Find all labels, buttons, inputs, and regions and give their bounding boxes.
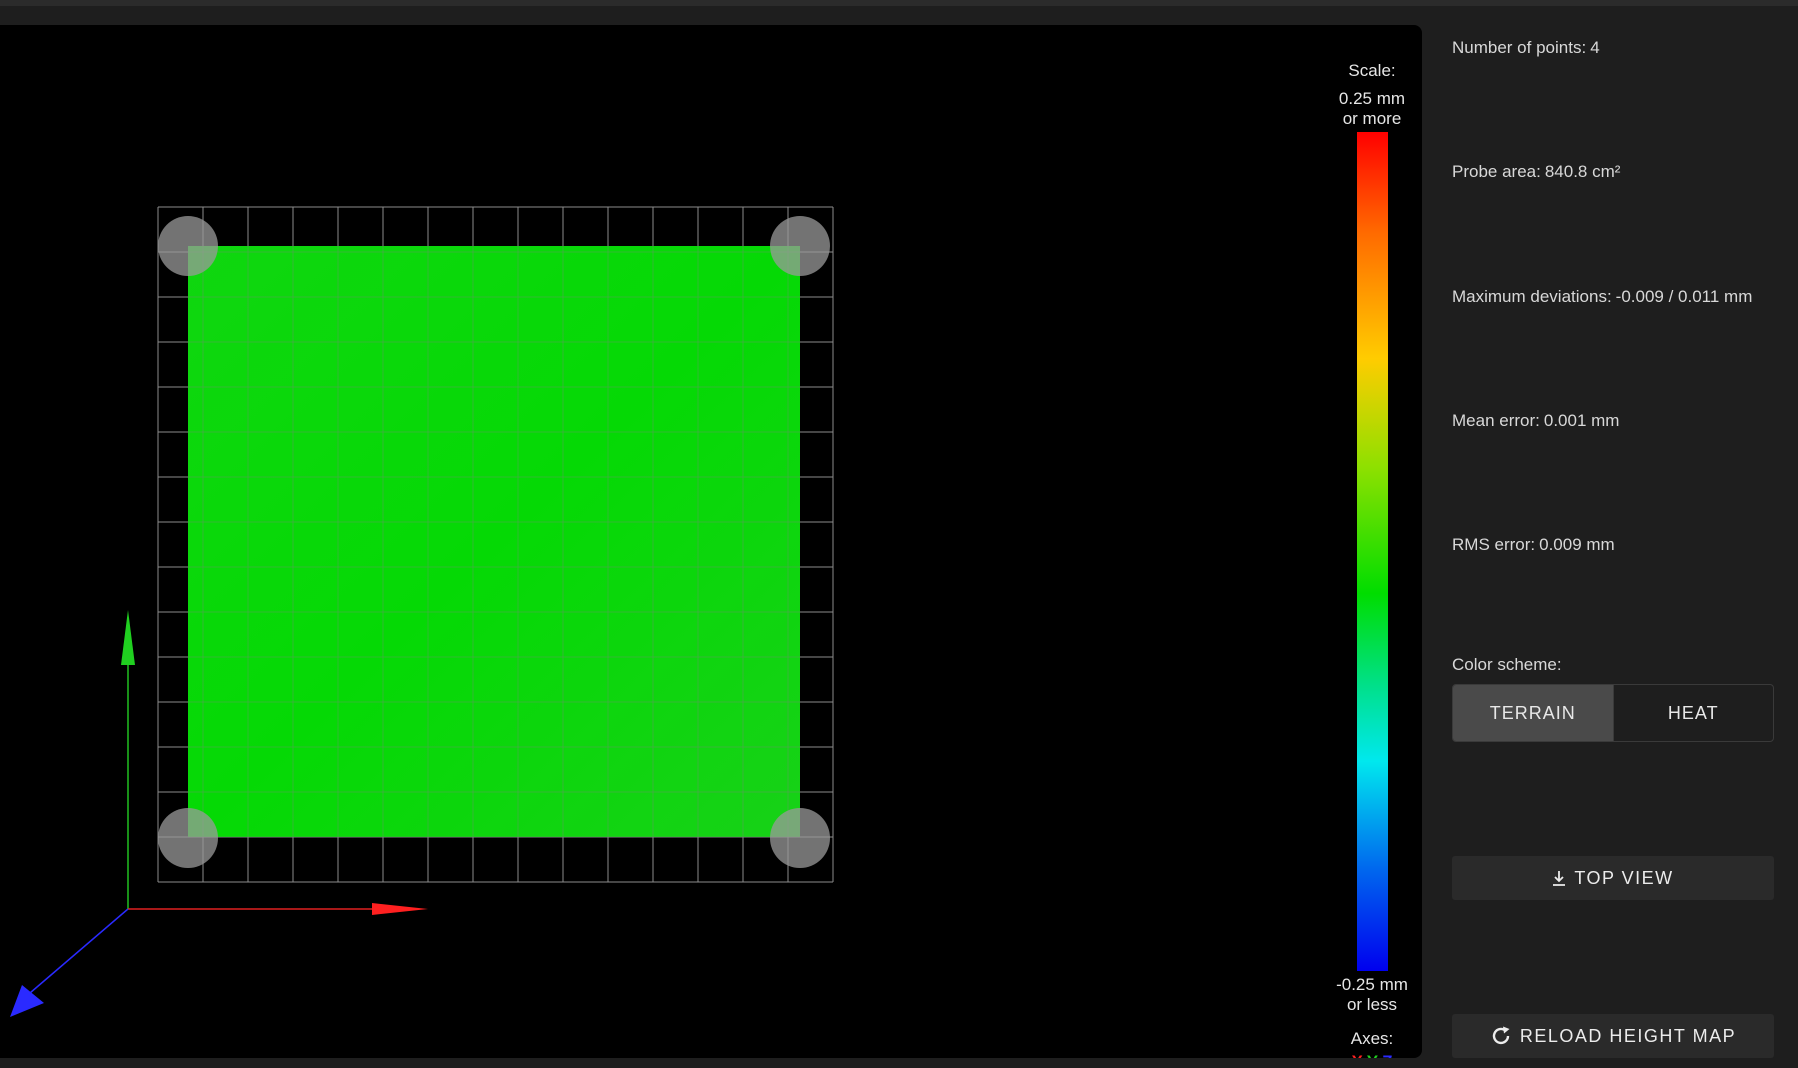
scale-min-label: -0.25 mm or less [1317,975,1422,1015]
download-arrow-icon [1552,870,1566,886]
height-map-surface [188,246,800,837]
probe-point[interactable] [158,808,218,868]
x-axis-arrow [372,903,428,915]
probe-point[interactable] [158,216,218,276]
stat-number-of-points: Number of points: 4 [1452,38,1600,58]
stat-mean-error: Mean error: 0.001 mm [1452,411,1619,431]
color-scale-bar [1357,132,1388,971]
top-bar [0,0,1798,6]
reload-height-map-button[interactable]: RELOAD HEIGHT MAP [1452,1014,1774,1058]
height-map-scene[interactable] [0,25,1422,1058]
height-map-sidebar: Number of points: 4 Probe area: 840.8 cm² … [1422,25,1798,1068]
probe-point[interactable] [770,808,830,868]
axes-title: Axes: [1350,1029,1394,1048]
y-axis-arrow [121,610,135,665]
scale-max-suffix: or more [1342,109,1402,128]
scale-title: Scale: [1348,61,1396,80]
stat-label: RMS error: [1452,535,1536,554]
z-axis-arrow [10,985,44,1017]
reload-label: RELOAD HEIGHT MAP [1519,1025,1737,1046]
stat-label: Probe area: [1452,162,1541,181]
stat-value: 0.009 mm [1539,535,1615,554]
stat-probe-area: Probe area: 840.8 cm² [1452,162,1620,182]
stat-label: Maximum deviations: [1452,287,1612,306]
stat-value: 0.001 mm [1543,411,1620,430]
terrain-option[interactable]: TERRAIN [1453,685,1613,741]
stat-rms-error: RMS error: 0.009 mm [1452,535,1615,555]
top-view-button[interactable]: TOP VIEW [1452,856,1774,900]
top-view-label: TOP VIEW [1574,867,1674,888]
stat-label: Number of points: [1452,38,1587,57]
refresh-icon [1490,1025,1512,1047]
stat-label: Mean error: [1452,411,1540,430]
stat-value: 4 [1590,38,1600,57]
stat-value: -0.009 / 0.011 mm [1615,287,1753,306]
axis-y-label: Y [1367,1052,1378,1058]
stat-max-deviations: Maximum deviations: -0.009 / 0.011 mm [1452,287,1752,307]
scale-min-value: -0.25 mm [1336,975,1408,994]
scale-min-suffix: or less [1346,995,1398,1014]
axes-legend: XYZ [1317,1052,1422,1058]
color-scheme-label: Color scheme: [1452,655,1562,674]
axis-z-label: Z [1382,1052,1392,1058]
height-map-viewport[interactable]: Scale: 0.25 mm or more -0.25 mm or less … [0,25,1422,1058]
stat-value: 840.8 cm² [1544,162,1621,181]
axis-x-label: X [1351,1052,1362,1058]
color-scheme-toggle: TERRAIN HEAT [1452,684,1774,742]
scale-max-label: 0.25 mm or more [1317,89,1422,129]
z-axis-line [29,908,129,994]
probe-point[interactable] [770,216,830,276]
heat-option[interactable]: HEAT [1612,685,1774,741]
scale-max-value: 0.25 mm [1338,89,1406,108]
